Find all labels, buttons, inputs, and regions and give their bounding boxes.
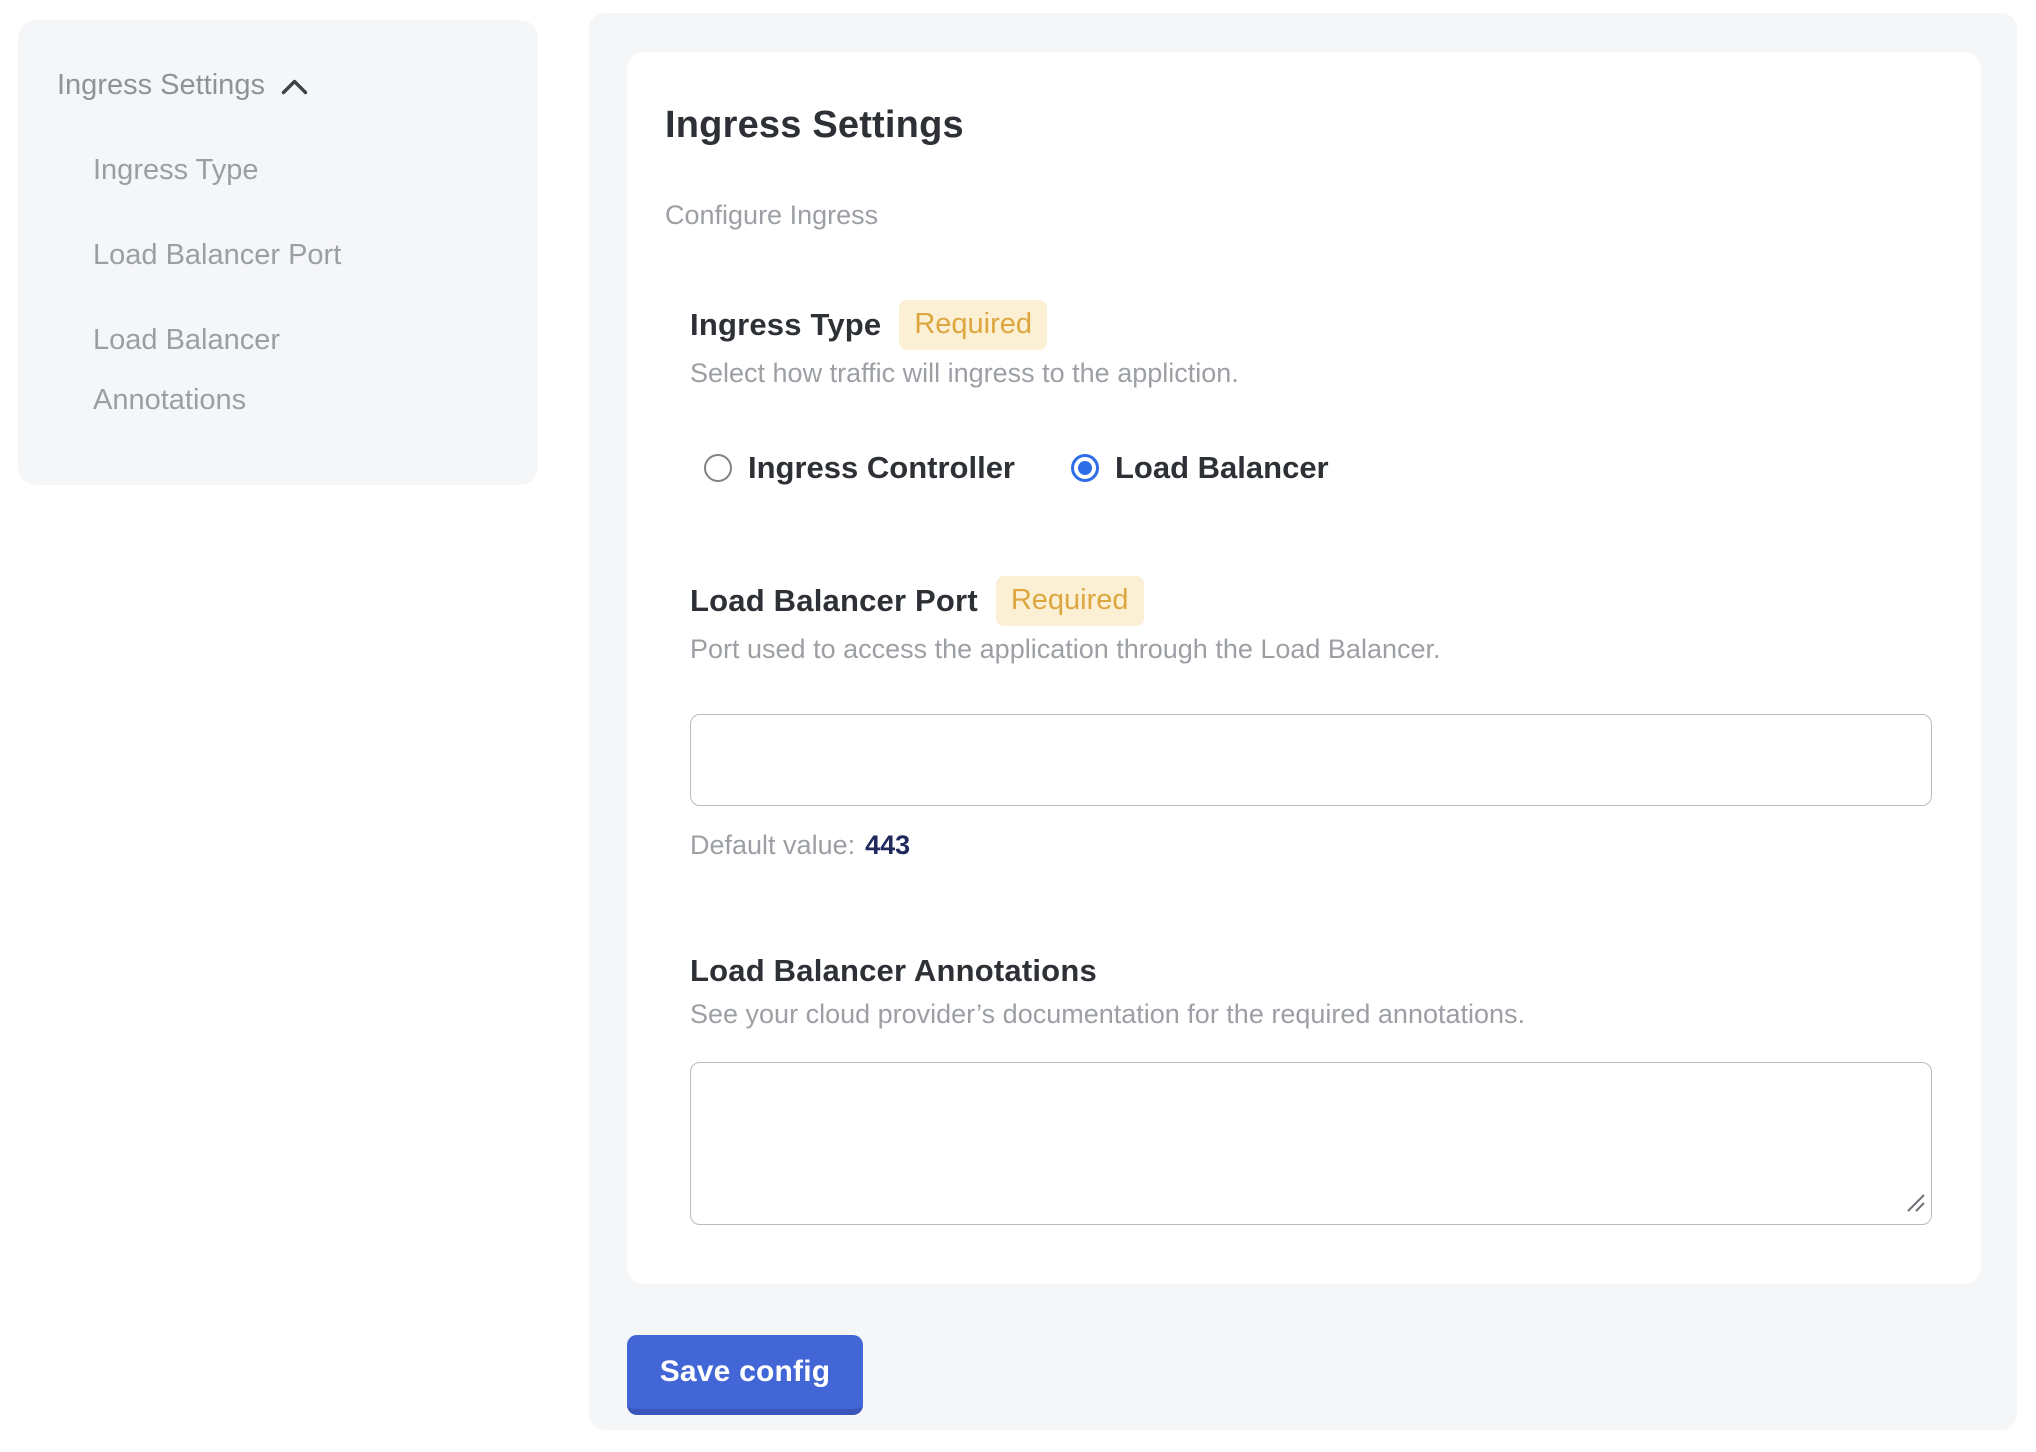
sidebar-section-toggle[interactable]: Ingress Settings	[57, 67, 308, 103]
radio-button-icon[interactable]	[1071, 454, 1099, 482]
sidebar-item-ingress-type[interactable]: Ingress Type	[93, 140, 393, 200]
radio-button-icon[interactable]	[704, 454, 732, 482]
load-balancer-port-input[interactable]	[690, 714, 1932, 806]
field-load-balancer-annotations: Load Balancer Annotations See your cloud…	[690, 951, 1932, 1225]
radio-option-load-balancer[interactable]: Load Balancer	[1071, 450, 1329, 486]
load-balancer-annotations-description: See your cloud provider’s documentation …	[690, 997, 1932, 1031]
sidebar-nav: Ingress Type Load Balancer Port Load Bal…	[93, 140, 498, 430]
save-config-button[interactable]: Save config	[627, 1335, 863, 1415]
field-ingress-type: Ingress Type Required Select how traffic…	[690, 300, 1932, 488]
ingress-type-radio-group: Ingress Controller Load Balancer	[704, 448, 1932, 488]
radio-option-ingress-controller[interactable]: Ingress Controller	[704, 450, 1015, 486]
radio-label: Load Balancer	[1115, 450, 1329, 486]
ingress-type-label: Ingress Type	[690, 305, 881, 345]
main-panel: Ingress Settings Configure Ingress Ingre…	[589, 13, 2017, 1430]
load-balancer-annotations-label: Load Balancer Annotations	[690, 951, 1097, 991]
chevron-up-icon	[281, 76, 308, 95]
ingress-settings-card: Ingress Settings Configure Ingress Ingre…	[627, 52, 1981, 1284]
default-value-line: Default value: 443	[690, 828, 1932, 862]
default-value-number: 443	[865, 830, 910, 860]
required-badge: Required	[899, 300, 1047, 350]
default-value-label: Default value:	[690, 830, 855, 860]
sidebar-section-title: Ingress Settings	[57, 67, 265, 103]
required-badge: Required	[996, 576, 1144, 626]
sidebar-item-load-balancer-port[interactable]: Load Balancer Port	[93, 225, 393, 285]
ingress-type-description: Select how traffic will ingress to the a…	[690, 356, 1932, 390]
settings-sidebar: Ingress Settings Ingress Type Load Balan…	[18, 20, 538, 485]
sidebar-item-load-balancer-annotations[interactable]: Load Balancer Annotations	[93, 310, 393, 430]
load-balancer-port-description: Port used to access the application thro…	[690, 632, 1932, 666]
field-load-balancer-port: Load Balancer Port Required Port used to…	[690, 576, 1932, 862]
radio-label: Ingress Controller	[748, 450, 1015, 486]
load-balancer-port-label: Load Balancer Port	[690, 581, 978, 621]
page-title: Ingress Settings	[665, 102, 1932, 148]
page-subtitle: Configure Ingress	[665, 198, 1932, 232]
load-balancer-annotations-textarea[interactable]	[690, 1062, 1932, 1225]
